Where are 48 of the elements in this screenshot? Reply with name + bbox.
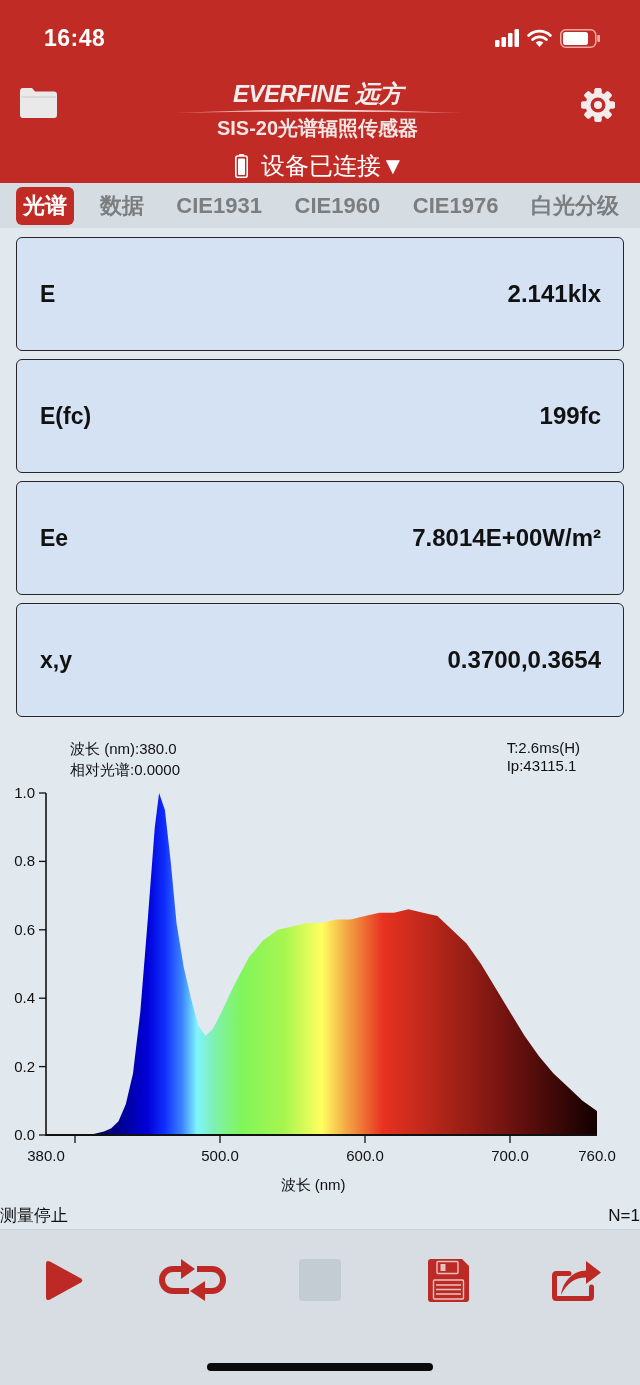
battery-icon bbox=[235, 153, 249, 178]
axis-tick-label: 700.0 bbox=[491, 1147, 529, 1164]
play-button[interactable] bbox=[45, 1259, 83, 1301]
reading-value: 2.141klx bbox=[507, 280, 601, 308]
cursor-readout: 相对光谱:0.0000 bbox=[70, 759, 181, 780]
axis-tick-label: 600.0 bbox=[346, 1147, 384, 1164]
play-icon bbox=[45, 1259, 83, 1301]
reading-value: 0.3700,0.3654 bbox=[447, 646, 601, 674]
reading-value: 199fc bbox=[539, 402, 601, 430]
axis-title: 波长 (nm) bbox=[280, 1176, 346, 1193]
reading-value: 7.8014E+00W/m² bbox=[412, 524, 601, 552]
folder-button[interactable] bbox=[20, 88, 57, 118]
reading-label: E bbox=[40, 280, 56, 308]
reading-label: x,y bbox=[40, 646, 72, 674]
measurement-status: 测量停止 bbox=[0, 1205, 68, 1227]
axis-tick-label: 500.0 bbox=[201, 1147, 239, 1164]
save-button[interactable] bbox=[427, 1258, 469, 1302]
axis-tick-label: 0.0 bbox=[14, 1126, 35, 1143]
share-button[interactable] bbox=[551, 1259, 601, 1301]
axis-tick-label: 380.0 bbox=[27, 1147, 65, 1164]
repeat-button[interactable] bbox=[158, 1259, 226, 1301]
repeat-icon bbox=[158, 1259, 226, 1301]
reading-label: Ee bbox=[40, 524, 69, 552]
tab[interactable]: 白光分级 bbox=[524, 186, 626, 225]
axis-tick-label: 0.8 bbox=[14, 852, 35, 870]
acquisition-info: Ip:43115.1 bbox=[506, 757, 578, 775]
reading-label: E(fc) bbox=[40, 402, 92, 430]
tab[interactable]: 数据 bbox=[92, 186, 151, 225]
axis-tick-label: 0.2 bbox=[14, 1057, 35, 1075]
device-status-dropdown[interactable]: 设备已连接▼ bbox=[235, 150, 405, 181]
cursor-readout: 波长 (nm):380.0 bbox=[70, 739, 178, 759]
sample-count: N=1 bbox=[608, 1205, 640, 1226]
signal-icon bbox=[495, 29, 519, 47]
status-time: 16:48 bbox=[44, 24, 106, 52]
device-title: SIS-20光谱辐照传感器 bbox=[216, 116, 419, 141]
tab[interactable]: CIE1931 bbox=[169, 188, 269, 223]
axis-tick-label: 0.4 bbox=[14, 989, 35, 1007]
folder-icon bbox=[20, 88, 57, 118]
wifi-icon bbox=[527, 29, 552, 47]
tab[interactable]: CIE1976 bbox=[405, 188, 506, 223]
share-icon bbox=[551, 1259, 601, 1301]
tab[interactable]: 光谱 bbox=[16, 186, 74, 225]
battery-icon bbox=[560, 28, 600, 48]
acquisition-info: T:2.6ms(H) bbox=[506, 739, 580, 757]
axis-tick-label: 1.0 bbox=[14, 784, 35, 801]
axis-tick-label: 0.6 bbox=[14, 920, 35, 938]
tab[interactable]: CIE1960 bbox=[287, 188, 388, 223]
axis-tick-label: 760.0 bbox=[578, 1147, 616, 1164]
